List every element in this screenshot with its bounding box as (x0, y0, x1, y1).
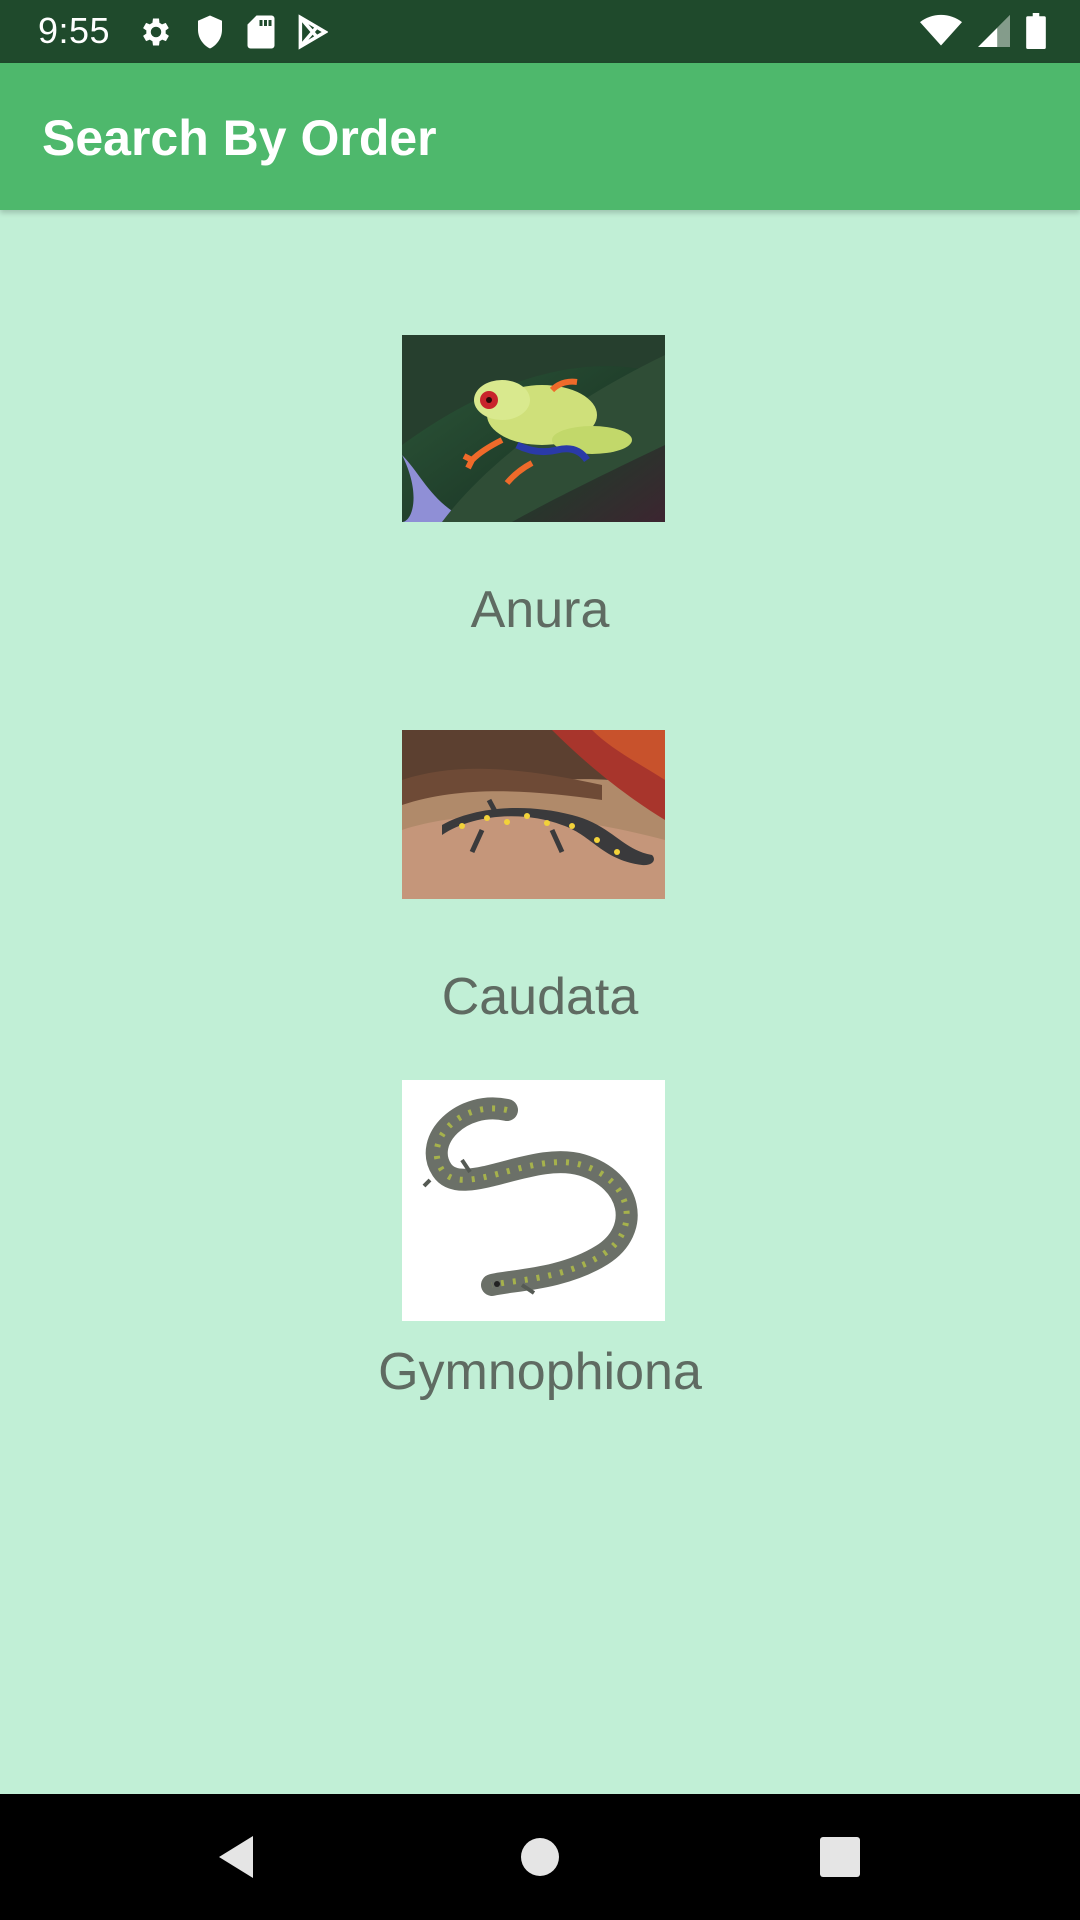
page-title: Search By Order (42, 110, 437, 166)
order-label-anura: Anura (470, 581, 610, 639)
shield-icon (198, 15, 222, 49)
home-icon[interactable] (515, 1832, 565, 1882)
status-icons-left (138, 14, 328, 50)
caecilian-image[interactable] (402, 1080, 665, 1321)
status-time: 9:55 (38, 10, 111, 51)
order-item-anura[interactable]: Anura (0, 210, 1080, 650)
frog-image[interactable] (402, 335, 665, 522)
order-item-caudata[interactable]: Caudata (0, 650, 1080, 1040)
order-label-caudata: Caudata (441, 968, 639, 1026)
recents-icon[interactable] (815, 1832, 865, 1882)
battery-icon (1026, 13, 1046, 49)
app-bar: Search By Order (0, 63, 1080, 210)
play-store-icon (298, 14, 328, 50)
status-icons-right (920, 12, 1046, 50)
cell-signal-icon (978, 15, 1010, 47)
back-icon[interactable] (213, 1832, 263, 1882)
nav-bar (0, 1794, 1080, 1920)
salamander-image[interactable] (402, 730, 665, 899)
order-item-gymnophiona[interactable]: Gymnophiona (0, 1040, 1080, 1460)
wifi-icon (920, 14, 962, 46)
status-bar: 9:55 (0, 0, 1080, 63)
sd-card-icon (247, 15, 275, 49)
gear-icon (143, 18, 169, 46)
order-label-gymnophiona: Gymnophiona (378, 1343, 702, 1401)
order-list: Anura Caudata Gymnophiona (0, 210, 1080, 1794)
